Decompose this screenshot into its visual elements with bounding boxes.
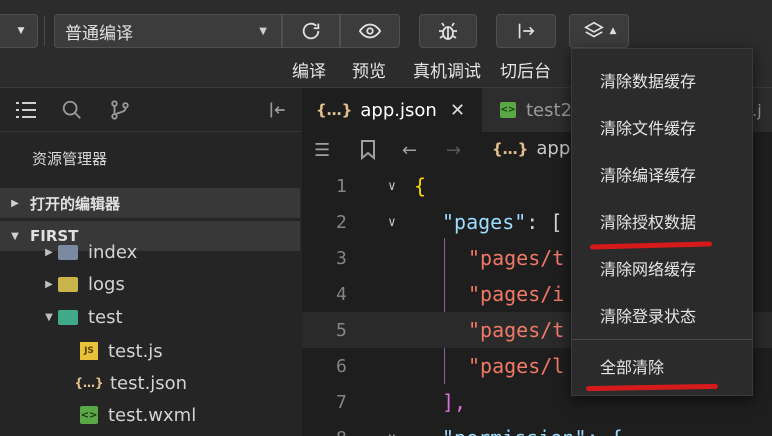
code-text: { <box>414 174 427 198</box>
menu-item-clear-network-cache[interactable]: 清除网络缓存 <box>572 245 752 291</box>
tree-label: test.json <box>110 372 188 394</box>
chevron-right-icon: ▶ <box>45 278 53 290</box>
wxml-file-icon: <> <box>80 406 98 424</box>
search-icon[interactable] <box>60 98 84 122</box>
tree-folder-test[interactable]: ▼ test <box>40 302 123 332</box>
line-number: 7 <box>336 391 347 413</box>
fold-icon[interactable]: ∨ <box>388 179 396 194</box>
code-text: "pages/t <box>468 318 565 342</box>
tree-label: test <box>88 306 123 328</box>
tree-folder-logs[interactable]: ▶ logs <box>40 269 125 299</box>
menu-divider <box>572 339 752 340</box>
eye-icon <box>358 23 382 39</box>
json-file-icon: {…} <box>492 140 529 158</box>
chevron-down-icon: ▼ <box>45 311 53 323</box>
compile-mode-select[interactable]: 普通编译 ▼ <box>54 14 282 48</box>
json-file-icon: {…} <box>74 376 104 390</box>
chevron-right-icon: ▶ <box>11 197 19 209</box>
menu-item-clear-compile-cache[interactable]: 清除编译缓存 <box>572 151 752 197</box>
collapse-panel-icon[interactable] <box>266 98 290 122</box>
menu-item-clear-login-state[interactable]: 清除登录状态 <box>572 292 752 338</box>
arrow-right-icon[interactable]: → <box>446 140 461 161</box>
compile-mode-value: 普通编译 <box>65 23 133 44</box>
refresh-icon <box>302 22 320 40</box>
compile-button[interactable] <box>282 14 340 48</box>
compile-label: 编译 <box>292 62 326 82</box>
toolbar-left-button[interactable]: ▼ <box>0 14 38 48</box>
caret-down-icon: ▼ <box>259 25 267 37</box>
arrow-left-icon[interactable]: ← <box>402 140 417 161</box>
json-file-icon: {…} <box>316 101 353 119</box>
code-text: ], <box>442 390 467 414</box>
caret-up-icon: ▲ <box>609 26 617 36</box>
code-text: "pages/l <box>468 354 565 378</box>
js-file-icon: JS <box>80 342 98 360</box>
line-number: 8 <box>336 428 376 436</box>
preview-label: 预览 <box>352 62 386 82</box>
line-number: 3 <box>336 247 347 269</box>
list-icon[interactable] <box>14 98 38 122</box>
tree-file-test-wxml[interactable]: <> test.wxml <box>80 400 196 430</box>
explorer-title: 资源管理器 <box>32 150 108 168</box>
tree-label: logs <box>88 273 125 295</box>
switch-backend-label: 切后台 <box>500 62 551 82</box>
code-line: 8 ∨ "permission": { <box>302 420 772 436</box>
tree-label: index <box>88 241 138 263</box>
tree-label: test.wxml <box>108 404 197 426</box>
folder-open-icon <box>58 309 78 325</box>
open-editors-label: 打开的编辑器 <box>30 194 121 213</box>
explorer-sidebar: 资源管理器 ▶ 打开的编辑器 ▼ FIRST ▶ index ▶ logs ▼ … <box>0 88 302 436</box>
tab-label: app.json <box>360 99 437 121</box>
line-number: 6 <box>336 355 347 377</box>
remote-debug-button[interactable] <box>419 14 477 48</box>
caret-down-icon: ▼ <box>17 26 25 36</box>
fold-icon[interactable]: ∨ <box>388 431 396 436</box>
close-icon[interactable]: ✕ <box>450 100 465 121</box>
chevron-right-icon: ▶ <box>45 246 53 258</box>
line-number: 4 <box>336 283 347 305</box>
menu-item-clear-file-cache[interactable]: 清除文件缓存 <box>572 104 752 150</box>
tree-label: test.js <box>108 340 163 362</box>
bug-icon <box>439 22 457 40</box>
devtools-window: ▼ 普通编译 ▼ ▲ 编译 预览 真机调试 切后台 资源管理器 ▶ 打开的编辑器… <box>0 0 772 436</box>
folder-icon <box>58 276 78 292</box>
menu-item-clear-data-cache[interactable]: 清除数据缓存 <box>572 57 752 103</box>
line-number: 2 <box>336 211 347 233</box>
bookmark-icon[interactable] <box>360 140 376 165</box>
code-text: "permission": { <box>442 426 623 436</box>
folder-icon <box>58 244 78 260</box>
tab-label: test2 <box>526 99 573 121</box>
code-text: "pages/t <box>468 246 565 270</box>
preview-button[interactable] <box>340 14 400 48</box>
toolbar-divider <box>44 16 45 46</box>
chevron-down-icon: ▼ <box>11 230 19 242</box>
tree-file-test-json[interactable]: {…} test.json <box>74 368 188 398</box>
tree-folder-index[interactable]: ▶ index <box>40 237 137 267</box>
breadcrumb[interactable]: {…} app.j <box>492 138 581 159</box>
layers-icon <box>583 21 604 38</box>
source-control-icon[interactable] <box>108 98 132 122</box>
line-number: 1 <box>336 175 347 197</box>
sidebar-activity-bar <box>0 88 302 132</box>
exit-arrow-icon <box>518 23 535 39</box>
clear-cache-button[interactable]: ▲ <box>569 14 629 48</box>
wxml-file-icon: <> <box>500 102 516 118</box>
switch-backend-button[interactable] <box>496 14 556 48</box>
fold-icon[interactable]: ∨ <box>388 215 396 230</box>
tree-file-test-js[interactable]: JS test.js <box>80 336 163 366</box>
outline-icon[interactable]: ☰ <box>314 140 330 161</box>
remote-debug-label: 真机调试 <box>413 62 481 82</box>
clear-cache-menu: 清除数据缓存 清除文件缓存 清除编译缓存 清除授权数据 清除网络缓存 清除登录状… <box>571 48 753 396</box>
code-text: "pages/i <box>468 282 565 306</box>
menu-item-clear-all[interactable]: 全部清除 <box>572 343 752 389</box>
open-editors-section[interactable]: ▶ 打开的编辑器 <box>0 188 300 218</box>
menu-item-clear-auth-data[interactable]: 清除授权数据 <box>572 198 752 244</box>
tab-app-json[interactable]: {…} app.json ✕ <box>302 88 482 132</box>
line-number: 5 <box>336 319 347 341</box>
code-text: "pages": [ <box>442 210 563 234</box>
